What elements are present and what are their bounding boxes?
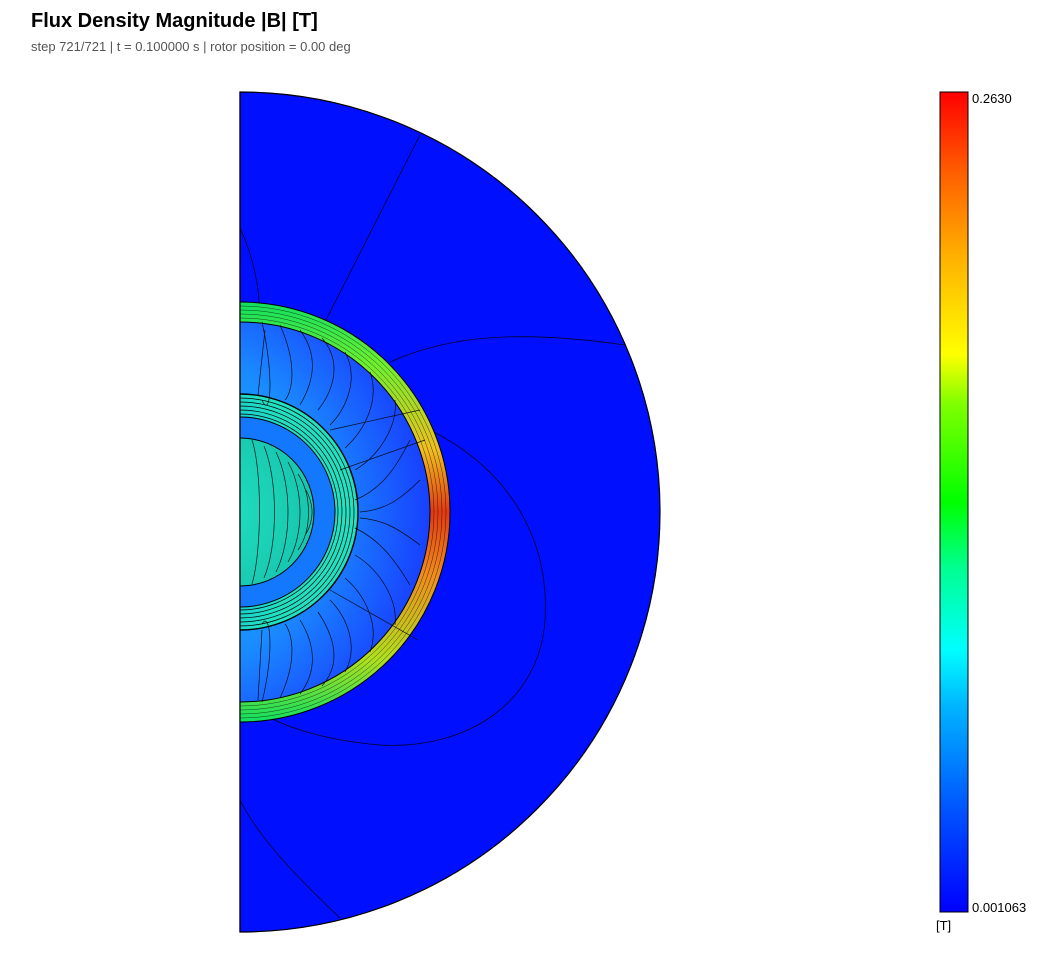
colorbar (939, 91, 969, 913)
colorbar-min-label: 0.001063 (972, 900, 1027, 915)
colorbar-unit-label: [T] (936, 918, 952, 933)
colorbar-max-label: 0.2630 (972, 91, 1012, 106)
flux-density-field-plot (239, 91, 969, 933)
